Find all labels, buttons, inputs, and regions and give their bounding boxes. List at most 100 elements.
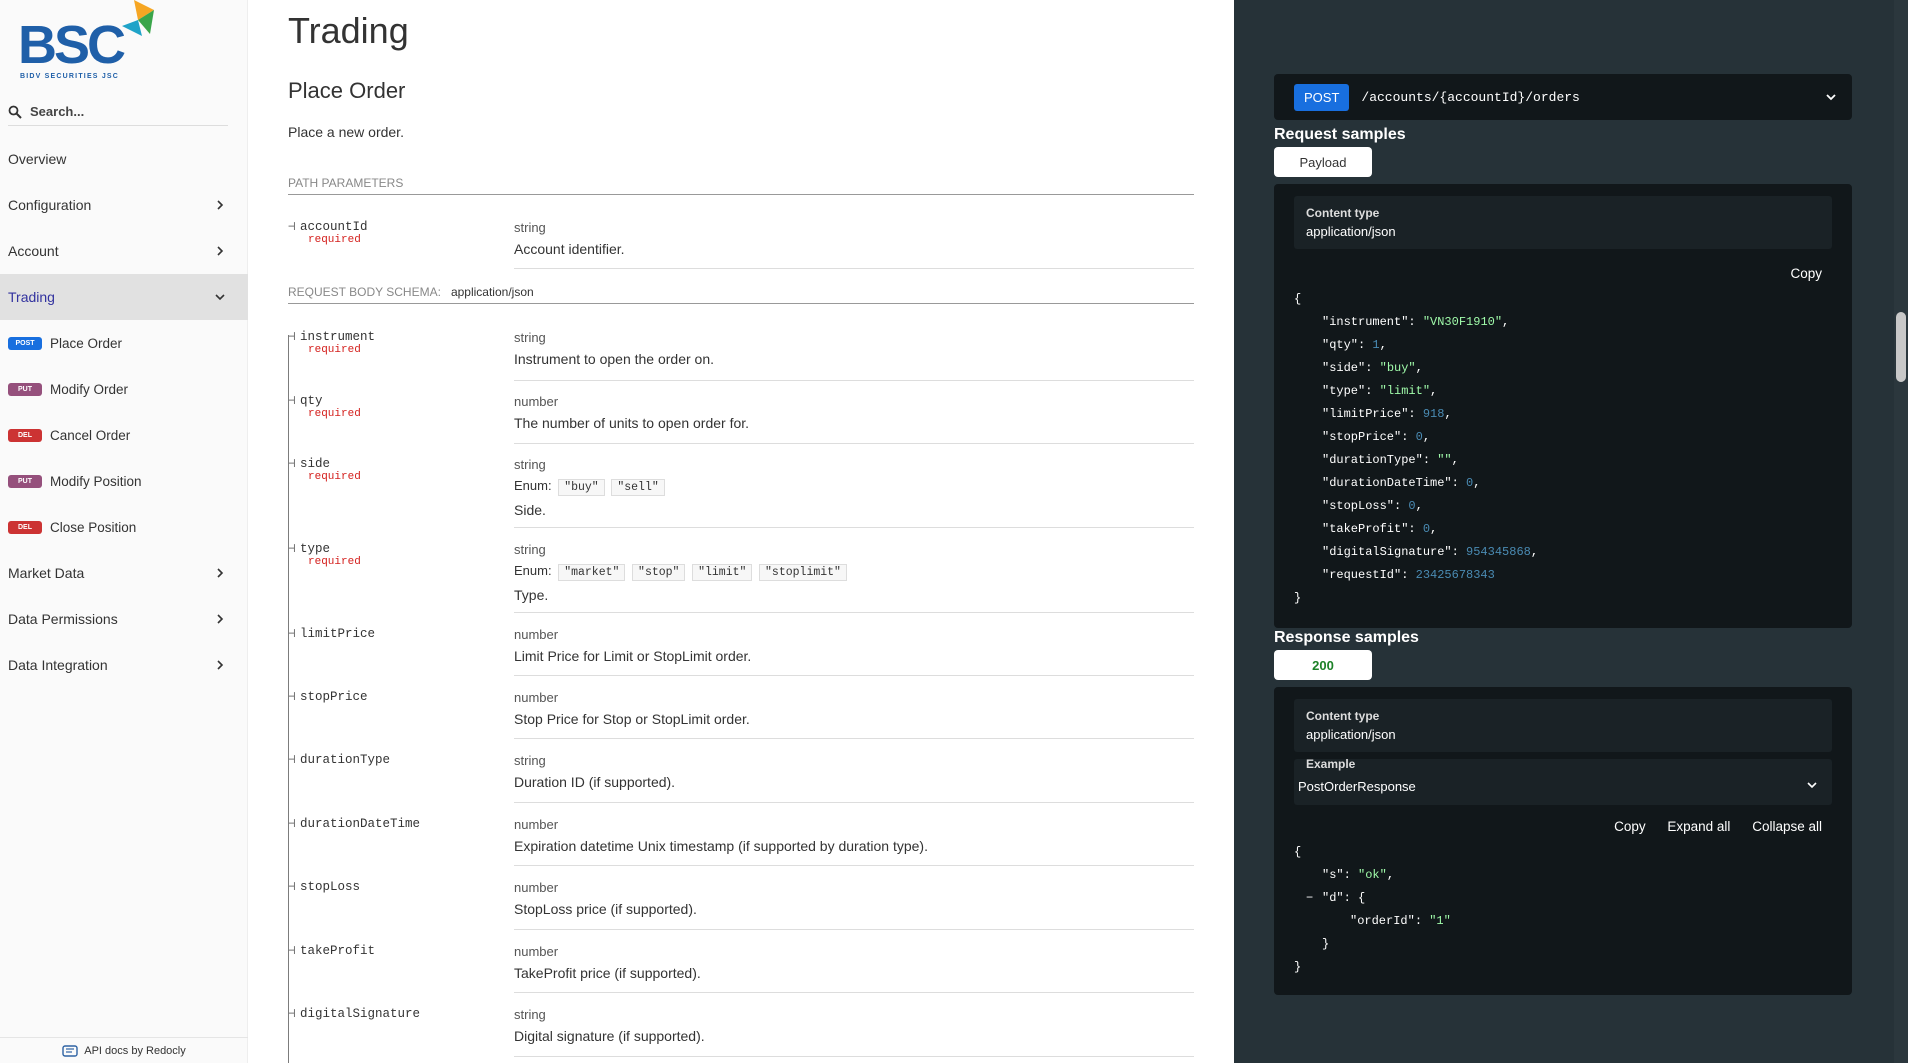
example-select-box[interactable]: Example PostOrderResponse [1294, 757, 1832, 805]
request-body-label: REQUEST BODY SCHEMA: [288, 285, 441, 299]
param-type: string [514, 220, 546, 235]
json-value: 0 [1408, 499, 1416, 513]
param-info: string Account identifier. [514, 220, 1194, 257]
param-name[interactable]: ⊣ side required [288, 455, 508, 483]
bsc-logo[interactable]: BSC BIDV SECURITIES JSC [18, 0, 154, 86]
json-line: "stopPrice": 0, [1322, 430, 1431, 444]
param-description: Digital signature (if supported). [514, 1028, 705, 1044]
json-brace: { [1294, 845, 1302, 859]
json-brace: { [1294, 292, 1302, 306]
param-name[interactable]: ⊣ type required [288, 540, 508, 568]
chevron-right-icon [217, 246, 224, 256]
param-type: string [514, 542, 546, 557]
response-code-actions: Copy Expand all Collapse all [1596, 819, 1822, 834]
enum-value: "limit" [692, 564, 753, 581]
scrollbar-thumb[interactable] [1896, 312, 1906, 382]
copy-button[interactable]: Copy [1790, 266, 1822, 281]
json-value: 918 [1422, 407, 1445, 421]
response-json: { "s": "ok", − "d": { "orderId": "1" } } [1294, 841, 1451, 979]
request-body-header: REQUEST BODY SCHEMA: application/json [288, 285, 1194, 304]
sidebar-item-close-position[interactable]: DEL Close Position [0, 504, 248, 550]
json-line: "qty": 1, [1322, 338, 1387, 352]
sidebar-item-label: Trading [8, 289, 55, 305]
param-name-text: durationDateTime [300, 817, 421, 831]
param-description: Type. [514, 587, 549, 603]
param-name[interactable]: ⊣ durationType [288, 751, 508, 767]
logo-mark-icon [122, 0, 154, 36]
json-line: "durationType": "", [1322, 453, 1459, 467]
scrollbar[interactable] [1894, 0, 1908, 1063]
param-type: string [514, 1007, 546, 1022]
param-name[interactable]: ⊣ qty required [288, 392, 508, 420]
param-type: number [514, 394, 559, 409]
json-key: "requestId" [1322, 568, 1402, 582]
samples-panel: POST /accounts/{accountId}/orders Reques… [1234, 0, 1908, 1063]
sidebar-item-place-order[interactable]: POST Place Order [0, 320, 248, 366]
sidebar-item-label: Data Integration [8, 657, 108, 673]
json-brace: } [1294, 591, 1302, 605]
sidebar-item-data-integration[interactable]: Data Integration [0, 642, 248, 688]
json-line: − "d": { [1294, 887, 1451, 910]
collapse-toggle[interactable]: − [1306, 887, 1322, 910]
param-name[interactable]: ⊣ durationDateTime [288, 815, 508, 831]
request-body-content-type: application/json [450, 285, 534, 299]
sidebar-item-market-data[interactable]: Market Data [0, 550, 248, 596]
param-name-text: instrument [300, 330, 376, 344]
param-name[interactable]: ⊣ stopLoss [288, 878, 508, 894]
status-200-tab[interactable]: 200 [1274, 650, 1372, 680]
main-content: Trading Place Order Place a new order. P… [248, 0, 1234, 1063]
request-code-actions: Copy [1772, 266, 1822, 281]
sidebar-item-account[interactable]: Account [0, 228, 248, 274]
sidebar-item-modify-position[interactable]: PUT Modify Position [0, 458, 248, 504]
redocly-footer-label: API docs by Redocly [84, 1044, 186, 1057]
sidebar-item-modify-order[interactable]: PUT Modify Order [0, 366, 248, 412]
sidebar-item-trading[interactable]: Trading [0, 274, 248, 320]
branch-icon: ⊣ [288, 220, 296, 234]
response-samples-heading: Response samples [1274, 629, 1419, 646]
param-name-text: digitalSignature [300, 1007, 421, 1021]
http-method-badge: POST [1294, 83, 1350, 111]
chevron-right-icon [217, 660, 224, 670]
param-name[interactable]: ⊣ instrument required [288, 328, 508, 356]
sidebar-item-data-permissions[interactable]: Data Permissions [0, 596, 248, 642]
enum-label: Enum: [514, 563, 552, 578]
expand-all-button[interactable]: Expand all [1667, 819, 1730, 834]
param-name-text: takeProfit [300, 944, 376, 958]
param-name[interactable]: ⊣ stopPrice [288, 688, 508, 704]
enum-value: "stoplimit" [759, 564, 847, 581]
chevron-down-icon [215, 294, 225, 301]
redocly-footer-link[interactable]: API docs by Redocly [0, 1037, 248, 1063]
content-type-label: Content type [1306, 206, 1380, 220]
method-badge: POST [8, 336, 42, 350]
sidebar-item-cancel-order[interactable]: DEL Cancel Order [0, 412, 248, 458]
param-name[interactable]: ⊣ digitalSignature [288, 1005, 508, 1021]
branch-icon: ⊣ [288, 753, 296, 767]
param-name[interactable]: ⊣ takeProfit [288, 942, 508, 958]
param-name[interactable]: ⊣ limitPrice [288, 625, 508, 641]
param-info: string Enum: "market" "stop" "limit" "st… [514, 542, 1194, 603]
copy-button[interactable]: Copy [1614, 819, 1646, 834]
search-box[interactable] [8, 98, 228, 126]
request-samples-heading: Request samples [1274, 126, 1406, 143]
json-line: "takeProfit": 0, [1322, 522, 1438, 536]
branch-icon: ⊣ [288, 542, 296, 556]
sidebar-item-overview[interactable]: Overview [0, 136, 248, 182]
param-type: string [514, 753, 546, 768]
param-divider [514, 443, 1194, 444]
json-value: 0 [1415, 430, 1423, 444]
method-badge: DEL [8, 428, 42, 442]
sidebar-item-configuration[interactable]: Configuration [0, 182, 248, 228]
example-select[interactable]: PostOrderResponse [1298, 773, 1828, 799]
chevron-right-icon [217, 200, 224, 210]
search-input[interactable] [30, 104, 220, 119]
json-brace: } [1294, 960, 1302, 974]
request-json: { "instrument": "VN30F1910", "qty": 1, "si… [1294, 288, 1538, 610]
collapse-all-button[interactable]: Collapse all [1752, 819, 1822, 834]
payload-tab[interactable]: Payload [1274, 147, 1372, 177]
required-label: required [308, 408, 361, 420]
param-description: Limit Price for Limit or StopLimit order… [514, 648, 752, 664]
param-info: number Expiration datetime Unix timestam… [514, 817, 1194, 854]
sidebar-item-label: Account [8, 243, 59, 259]
param-name[interactable]: ⊣ accountId required [288, 218, 508, 246]
endpoint-bar[interactable]: POST /accounts/{accountId}/orders [1274, 74, 1852, 120]
